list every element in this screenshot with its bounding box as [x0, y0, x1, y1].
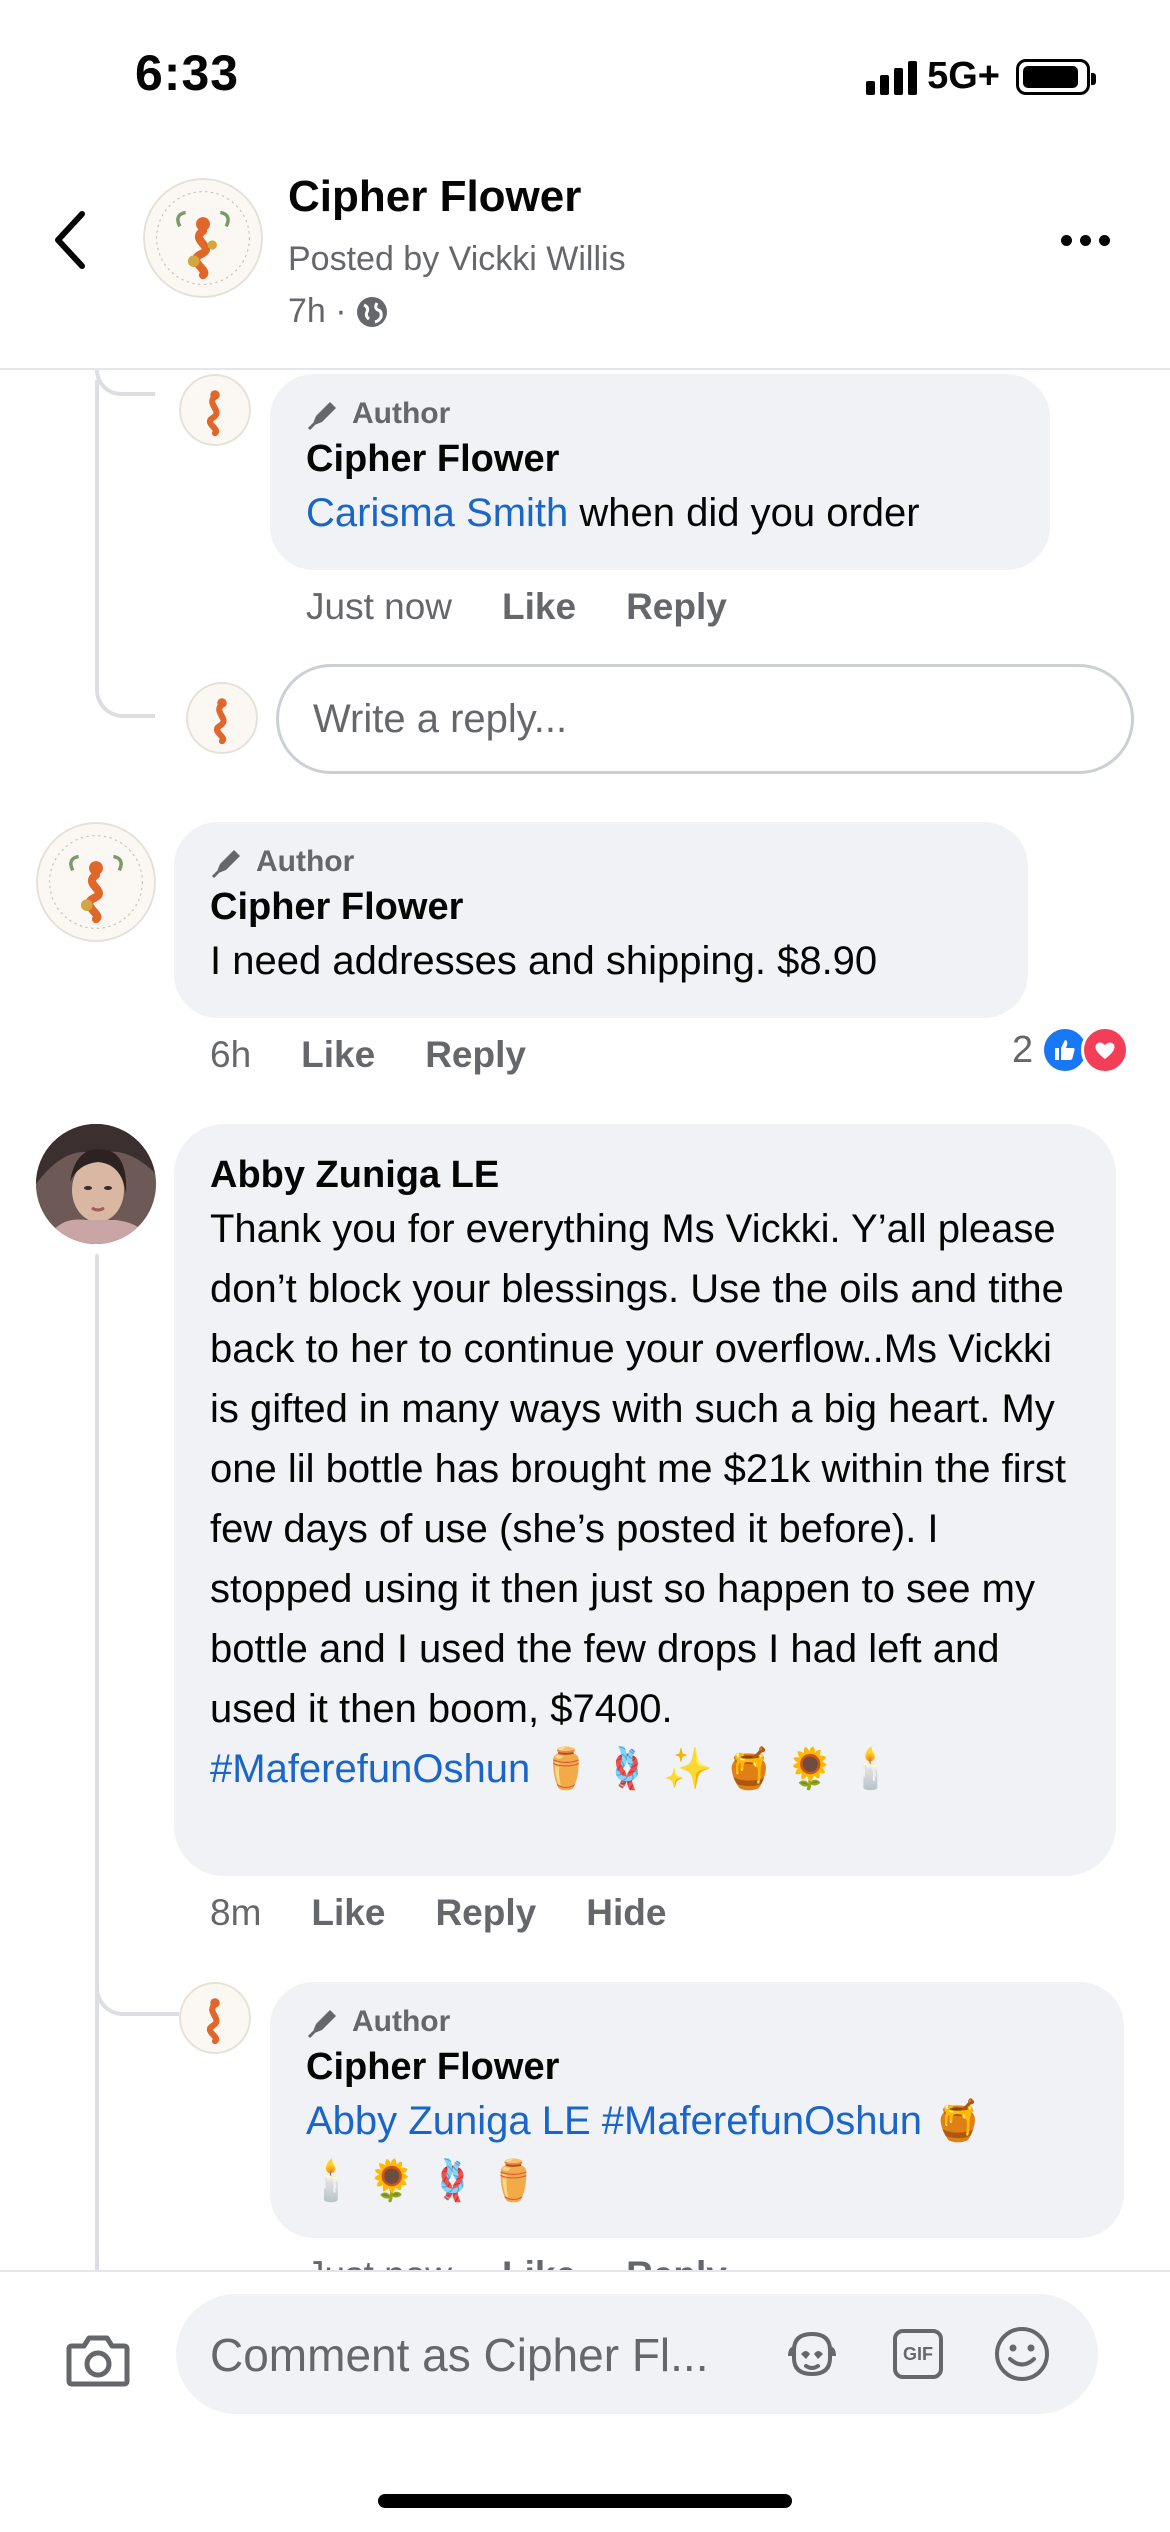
comment-actions: 6h Like Reply — [210, 1034, 526, 1076]
thread-connector — [95, 380, 155, 718]
reply-button[interactable]: Reply — [626, 586, 727, 628]
reply-avatar[interactable] — [179, 1982, 251, 2054]
chevron-left-icon — [55, 211, 85, 269]
post-meta: 7h · — [288, 292, 389, 331]
comment-text: Abby Zuniga LE #MaferefunOshun 🍯 🕯️ 🌻 🪢 … — [306, 2091, 1088, 2211]
author-label: Author — [352, 397, 451, 430]
hide-button[interactable]: Hide — [586, 1892, 666, 1934]
signal-icon — [866, 59, 918, 95]
comment-placeholder: Comment as Cipher Fl... — [210, 2329, 709, 2381]
camera-button[interactable] — [66, 2332, 130, 2396]
pencil-icon — [307, 402, 336, 431]
network-label: 5G+ — [927, 55, 1000, 97]
more-dots-icon — [1060, 234, 1072, 246]
status-time: 6:33 — [135, 45, 240, 101]
reply-bubble[interactable]: Author Cipher Flower Abby Zuniga LE #Maf… — [270, 1982, 1124, 2238]
author-label: Author — [352, 2005, 451, 2038]
comment-actions: 8m Like Reply Hide — [210, 1892, 666, 1934]
pencil-icon — [211, 850, 240, 879]
battery-icon — [1016, 58, 1096, 95]
commenter-name[interactable]: Cipher Flower — [306, 2046, 1088, 2089]
commenter-avatar[interactable] — [36, 1124, 156, 1244]
commenter-name[interactable]: Cipher Flower — [306, 438, 1014, 481]
reaction-count: 2 — [1012, 1028, 1034, 1071]
camera-icon — [66, 2335, 130, 2387]
gif-button[interactable]: GIF — [888, 2324, 948, 2384]
pencil-icon — [307, 2010, 336, 2039]
emoji-button[interactable] — [992, 2324, 1052, 2384]
comment-time: 8m — [210, 1892, 262, 1933]
commenter-name[interactable]: Cipher Flower — [210, 886, 992, 929]
back-button[interactable] — [40, 200, 100, 280]
home-indicator[interactable] — [378, 2494, 792, 2508]
comment-text: Thank you for everything Ms Vickki. Y’al… — [210, 1199, 1080, 1799]
comment-bubble[interactable]: Abby Zuniga LE Thank you for everything … — [174, 1124, 1116, 1876]
smiley-icon — [995, 2327, 1049, 2381]
comment-text: Carisma Smith when did you order — [306, 483, 1014, 543]
emoji-text: ⚱️ 🪢 ✨ 🍯 🌻 🕯️ — [530, 1747, 896, 1791]
like-button[interactable]: Like — [311, 1892, 385, 1934]
like-button[interactable]: Like — [301, 1034, 375, 1076]
emoji-text: 🍯 — [921, 2099, 983, 2143]
author-badge: Author — [306, 396, 1014, 432]
post-header: Cipher Flower Posted by Vickki Willis 7h… — [0, 150, 1170, 370]
status-bar: 6:33 5G+ — [0, 0, 1170, 150]
gif-label: GIF — [903, 2343, 933, 2364]
commenter-avatar[interactable] — [36, 822, 156, 942]
like-button[interactable]: Like — [502, 586, 576, 628]
author-label: Author — [256, 845, 355, 878]
reply-button[interactable]: Reply — [425, 1034, 526, 1076]
comment-composer: Comment as Cipher Fl... GIF — [0, 2270, 1170, 2532]
mention-link[interactable]: Carisma Smith — [306, 491, 568, 535]
my-avatar — [186, 682, 258, 754]
gif-icon: GIF — [893, 2329, 943, 2379]
hashtag-link[interactable]: #MaferefunOshun — [210, 1747, 530, 1791]
comment-text: I need addresses and shipping. $8.90 — [210, 939, 878, 983]
reply-button[interactable]: Reply — [435, 1892, 536, 1934]
post-time: 7h · — [288, 292, 347, 330]
thread-connector — [95, 1978, 179, 2016]
thread-line — [95, 1254, 99, 2274]
reply-input[interactable]: Write a reply... — [276, 664, 1134, 774]
reaction-summary[interactable]: 2 — [1012, 1026, 1130, 1074]
avatar-sticker-button[interactable] — [782, 2324, 842, 2384]
reply-placeholder: Write a reply... — [313, 696, 568, 741]
comment-body: when did you order — [568, 491, 920, 535]
avatar-sticker-icon — [788, 2331, 836, 2377]
commenter-name[interactable]: Abby Zuniga LE — [210, 1154, 1080, 1197]
page-title[interactable]: Cipher Flower — [288, 172, 581, 222]
heart-icon — [1081, 1026, 1130, 1074]
comment-time: 6h — [210, 1034, 252, 1075]
comment-time: Just now — [306, 586, 453, 627]
screen: 6:33 5G+ Cipher Flower Posted by Vickki … — [0, 0, 1170, 2532]
reply-actions: Just now Like Reply — [306, 586, 727, 628]
globe-icon — [356, 296, 387, 327]
posted-by[interactable]: Posted by Vickki Willis — [288, 240, 626, 279]
author-badge: Author — [210, 844, 992, 880]
comment-bubble[interactable]: Author Cipher Flower I need addresses an… — [174, 822, 1028, 1018]
reply-bubble[interactable]: Author Cipher Flower Carisma Smith when … — [270, 374, 1050, 570]
page-avatar[interactable] — [143, 178, 263, 298]
comment-body: Thank you for everything Ms Vickki. Y’al… — [210, 1207, 1067, 1731]
author-badge: Author — [306, 2004, 1088, 2040]
emoji-text: 🕯️ 🌻 🪢 ⚱️ — [306, 2159, 539, 2203]
status-indicators: 5G+ — [866, 55, 1096, 98]
comment-input[interactable]: Comment as Cipher Fl... GIF — [176, 2294, 1098, 2414]
reply-avatar[interactable] — [179, 374, 251, 446]
mention-link[interactable]: Abby Zuniga LE #MaferefunOshun — [306, 2099, 922, 2143]
more-options-button[interactable] — [1050, 220, 1120, 260]
